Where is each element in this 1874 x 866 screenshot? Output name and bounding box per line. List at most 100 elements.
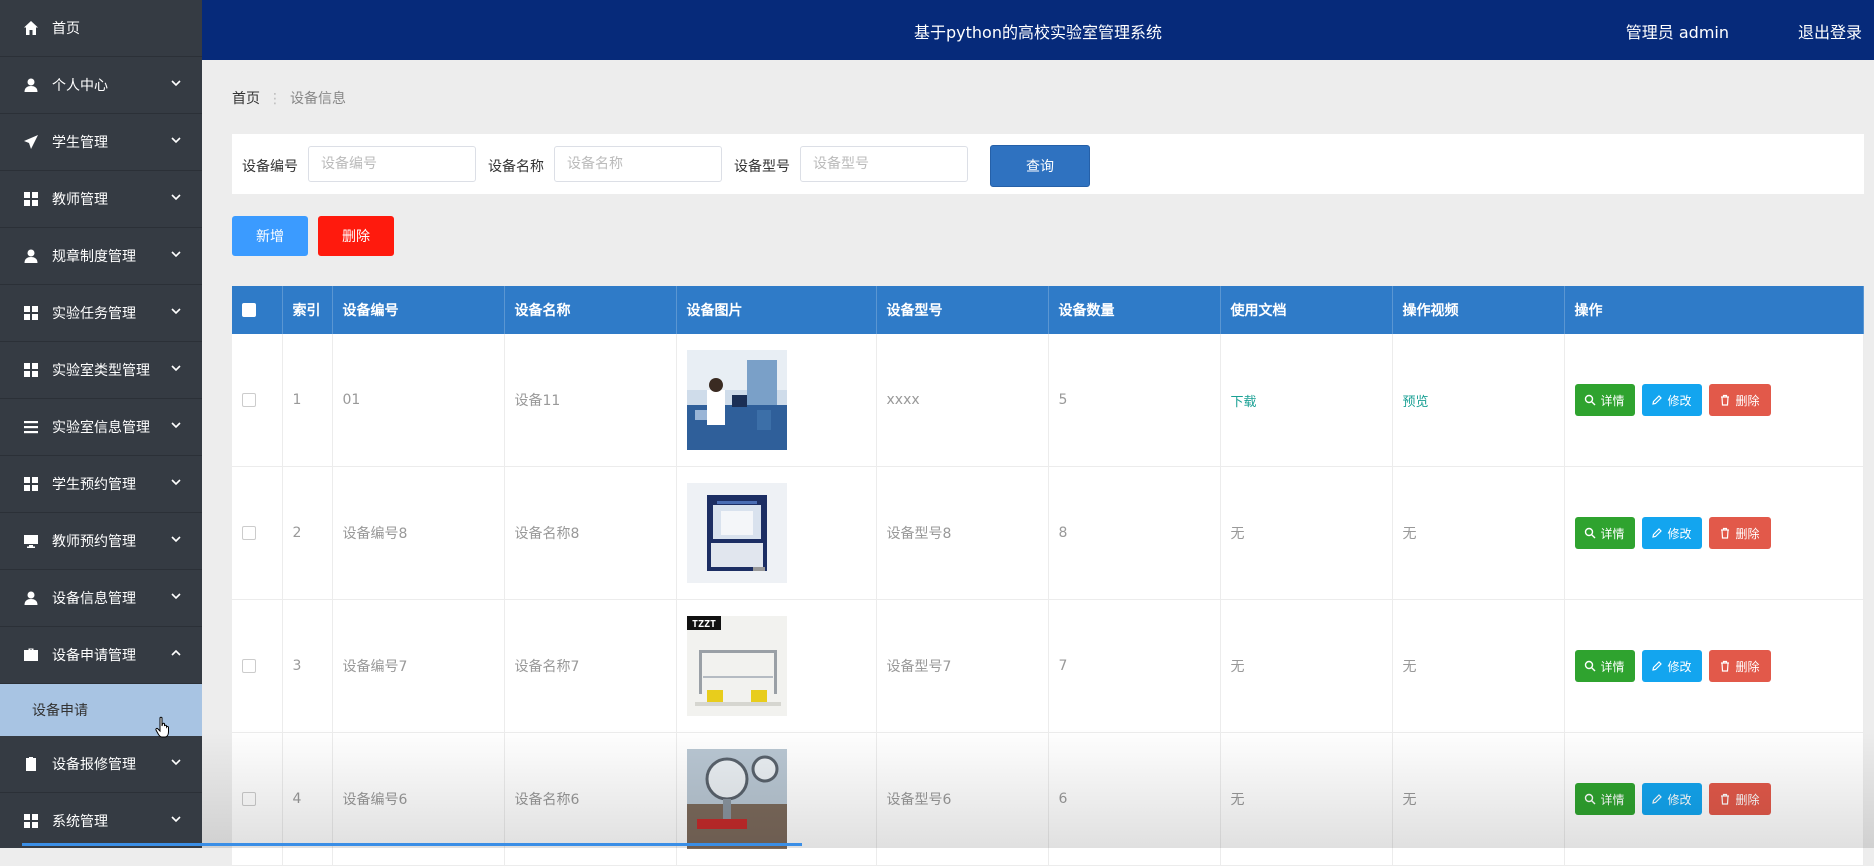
chevron-down-icon bbox=[170, 533, 182, 545]
column-header: 操作 bbox=[1564, 286, 1864, 334]
user-icon bbox=[22, 589, 40, 607]
sidebar-item-profile[interactable]: 个人中心 bbox=[0, 57, 202, 114]
cell-actions: 详情 修改 删除 bbox=[1564, 466, 1864, 600]
grid-icon bbox=[22, 361, 40, 379]
preview-link[interactable]: 预览 bbox=[1392, 334, 1565, 467]
column-header: 使用文档 bbox=[1220, 286, 1393, 334]
sidebar-item-system[interactable]: 系统管理 bbox=[0, 793, 202, 848]
cell-doc: 无 bbox=[1220, 466, 1393, 600]
device-code-input[interactable] bbox=[308, 146, 476, 182]
detail-button[interactable]: 详情 bbox=[1574, 517, 1635, 549]
sidebar-item-student-booking[interactable]: 学生预约管理 bbox=[0, 456, 202, 513]
cell-index: 3 bbox=[282, 599, 333, 733]
sidebar-item-label: 首页 bbox=[52, 21, 80, 37]
grid-icon bbox=[22, 190, 40, 208]
table-row: 1 01 设备11 xxxx 5 下载 预览 详情 修改 删除 bbox=[232, 334, 1864, 467]
row-checkbox[interactable] bbox=[242, 526, 256, 540]
sidebar-item-rules[interactable]: 规章制度管理 bbox=[0, 228, 202, 285]
sidebar-item-label: 规章制度管理 bbox=[52, 249, 136, 265]
sidebar-item-device-apply[interactable]: 设备申请管理 bbox=[0, 627, 202, 684]
batch-delete-button[interactable]: 删除 bbox=[318, 216, 394, 256]
delete-button[interactable]: 删除 bbox=[1708, 650, 1771, 682]
table-header-row: 索引 设备编号 设备名称 设备图片 设备型号 设备数量 使用文档 操作视频 操作 bbox=[232, 286, 1864, 334]
cell-name: 设备名称7 bbox=[504, 599, 677, 733]
delete-button[interactable]: 删除 bbox=[1708, 384, 1771, 416]
delete-label: 删除 bbox=[1735, 792, 1760, 807]
search-icon bbox=[1585, 527, 1596, 539]
cell-doc: 无 bbox=[1220, 599, 1393, 733]
clipboard-icon bbox=[22, 755, 40, 773]
edit-button[interactable]: 修改 bbox=[1641, 783, 1702, 815]
cell-qty: 5 bbox=[1048, 334, 1221, 467]
cell-qty: 6 bbox=[1048, 732, 1221, 866]
sidebar-subitem-device-apply[interactable]: 设备申请 bbox=[0, 684, 202, 736]
sidebar-item-home[interactable]: 首页 bbox=[0, 0, 202, 57]
row-checkbox[interactable] bbox=[242, 659, 256, 673]
cell-video: 无 bbox=[1392, 732, 1565, 866]
edit-button[interactable]: 修改 bbox=[1641, 384, 1702, 416]
edit-button[interactable]: 修改 bbox=[1641, 650, 1702, 682]
row-checkbox[interactable] bbox=[242, 393, 256, 407]
delete-button[interactable]: 删除 bbox=[1708, 517, 1771, 549]
sidebar-item-label: 设备报修管理 bbox=[52, 757, 136, 773]
sidebar-item-label: 系统管理 bbox=[52, 814, 108, 830]
sidebar-item-label: 学生管理 bbox=[52, 135, 108, 151]
edit-icon bbox=[1652, 395, 1663, 405]
table-row: 2 设备编号8 设备名称8 设备型号8 8 无 无 详情 修改 删除 bbox=[232, 466, 1864, 600]
cell-index: 2 bbox=[282, 466, 333, 600]
detail-button[interactable]: 详情 bbox=[1574, 783, 1635, 815]
chevron-down-icon bbox=[170, 248, 182, 260]
detail-label: 详情 bbox=[1600, 659, 1625, 674]
column-header: 设备名称 bbox=[504, 286, 677, 334]
sidebar-item-device-repair[interactable]: 设备报修管理 bbox=[0, 736, 202, 793]
sidebar-item-tasks[interactable]: 实验任务管理 bbox=[0, 285, 202, 342]
logout-link[interactable]: 退出登录 bbox=[1798, 19, 1862, 43]
delete-label: 删除 bbox=[1735, 659, 1760, 674]
device-name-label: 设备名称 bbox=[488, 159, 544, 175]
chevron-down-icon bbox=[170, 362, 182, 374]
hand-cursor-icon bbox=[155, 716, 169, 738]
detail-button[interactable]: 详情 bbox=[1574, 650, 1635, 682]
sidebar-item-lab-info[interactable]: 实验室信息管理 bbox=[0, 399, 202, 456]
device-model-input[interactable] bbox=[800, 146, 968, 182]
cell-video: 无 bbox=[1392, 466, 1565, 600]
trash-icon bbox=[1721, 394, 1730, 406]
row-checkbox[interactable] bbox=[242, 792, 256, 806]
device-image bbox=[686, 483, 787, 583]
chevron-down-icon bbox=[170, 419, 182, 431]
download-link[interactable]: 下载 bbox=[1220, 334, 1393, 467]
search-icon bbox=[1585, 394, 1596, 406]
edit-label: 修改 bbox=[1667, 792, 1692, 807]
cell-actions: 详情 修改 删除 bbox=[1564, 334, 1864, 467]
column-header: 操作视频 bbox=[1392, 286, 1565, 334]
list-icon bbox=[22, 418, 40, 436]
horizontal-scrollbar[interactable] bbox=[22, 843, 802, 846]
grid-icon bbox=[22, 812, 40, 830]
sidebar-item-label: 教师预约管理 bbox=[52, 534, 136, 550]
sidebar-item-label: 实验任务管理 bbox=[52, 306, 136, 322]
cell-qty: 8 bbox=[1048, 466, 1221, 600]
sidebar-item-device-info[interactable]: 设备信息管理 bbox=[0, 570, 202, 627]
select-all-cell bbox=[232, 286, 283, 334]
detail-label: 详情 bbox=[1600, 393, 1625, 408]
cell-index: 1 bbox=[282, 334, 333, 467]
sidebar-item-teacher-booking[interactable]: 教师预约管理 bbox=[0, 513, 202, 570]
device-name-input[interactable] bbox=[554, 146, 722, 182]
grid-icon bbox=[22, 304, 40, 322]
add-button[interactable]: 新增 bbox=[232, 216, 308, 256]
edit-button[interactable]: 修改 bbox=[1641, 517, 1702, 549]
image-brand-text: TZZT bbox=[691, 619, 715, 630]
sidebar-item-label: 实验室类型管理 bbox=[52, 363, 150, 379]
trash-icon bbox=[1721, 660, 1730, 672]
query-button[interactable]: 查询 bbox=[990, 145, 1090, 187]
device-model-label: 设备型号 bbox=[734, 159, 790, 175]
detail-button[interactable]: 详情 bbox=[1574, 384, 1635, 416]
column-header: 设备编号 bbox=[332, 286, 505, 334]
select-all-checkbox[interactable] bbox=[242, 303, 256, 317]
cell-code: 设备编号7 bbox=[332, 599, 505, 733]
sidebar-item-students[interactable]: 学生管理 bbox=[0, 114, 202, 171]
sidebar-item-teachers[interactable]: 教师管理 bbox=[0, 171, 202, 228]
delete-button[interactable]: 删除 bbox=[1708, 783, 1771, 815]
sidebar-item-lab-types[interactable]: 实验室类型管理 bbox=[0, 342, 202, 399]
breadcrumb-home[interactable]: 首页 bbox=[232, 91, 260, 107]
